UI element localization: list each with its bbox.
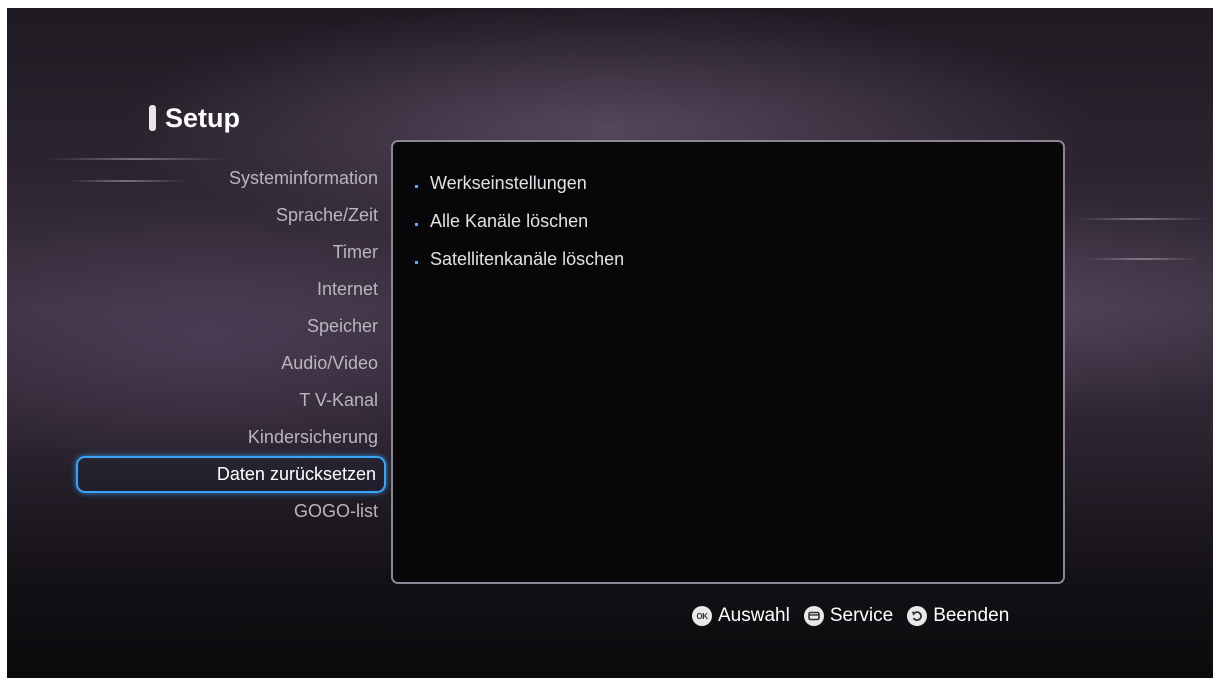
bullet-icon [415,184,418,188]
options-list: Werkseinstellungen Alle Kanäle löschen S… [415,164,624,278]
menu-item-speicher[interactable]: Speicher [76,308,386,345]
title-marker [149,105,156,131]
menu-item-internet[interactable]: Internet [76,271,386,308]
menu-item-gogo-list[interactable]: GOGO-list [76,493,386,530]
menu-item-audio-video[interactable]: Audio/Video [76,345,386,382]
ok-button-icon: OK [692,606,712,626]
option-satellitenkanaele-loeschen[interactable]: Satellitenkanäle löschen [415,240,624,278]
menu-item-sprache-zeit[interactable]: Sprache/Zeit [76,197,386,234]
setup-menu: Systeminformation Sprache/Zeit Timer Int… [76,160,386,530]
bullet-icon [415,260,418,264]
menu-button-icon [803,606,824,626]
options-panel: Werkseinstellungen Alle Kanäle löschen S… [391,140,1065,584]
light-streak [1087,258,1197,260]
return-button-icon [907,606,928,626]
page-title: Setup [149,100,240,136]
exit-label: Beenden [933,605,1010,626]
option-alle-kanaele-loeschen[interactable]: Alle Kanäle löschen [415,202,624,240]
exit-hint[interactable]: Beenden [907,605,1009,627]
option-label: Satellitenkanäle löschen [430,249,625,269]
menu-item-daten-zuruecksetzen[interactable]: Daten zurücksetzen [76,456,386,493]
remote-hints: OK Auswahl Service Beenden [692,603,1009,629]
page-title-text: Setup [165,102,241,133]
option-label: Werkseinstellungen [430,173,587,193]
menu-item-timer[interactable]: Timer [76,234,386,271]
menu-item-tv-kanal[interactable]: T V-Kanal [76,382,386,419]
service-label: Service [829,605,894,626]
option-werkseinstellungen[interactable]: Werkseinstellungen [415,164,624,202]
light-streak [1077,218,1207,220]
menu-item-systeminformation[interactable]: Systeminformation [76,160,386,197]
service-hint[interactable]: Service [803,605,894,627]
option-label: Alle Kanäle löschen [430,211,589,231]
menu-item-kindersicherung[interactable]: Kindersicherung [76,419,386,456]
select-label: Auswahl [718,605,790,626]
bullet-icon [415,222,418,226]
select-hint[interactable]: OK Auswahl [692,605,790,627]
